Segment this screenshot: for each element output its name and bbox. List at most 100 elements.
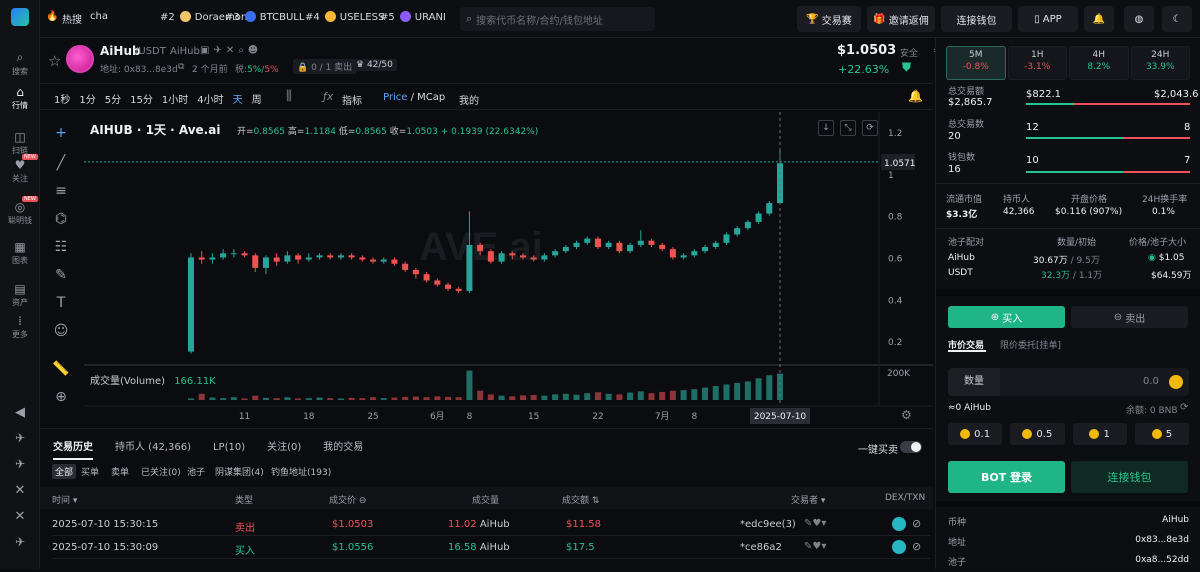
- tab-2[interactable]: LP(10): [213, 442, 245, 453]
- filter-1[interactable]: 买单: [78, 464, 102, 479]
- telegram-icon-3[interactable]: ✈: [0, 535, 40, 561]
- brush-tool-icon[interactable]: ✎: [50, 264, 72, 286]
- dex-icon[interactable]: [892, 517, 906, 531]
- filter-3[interactable]: 已关注(0): [138, 464, 184, 479]
- telegram-icon[interactable]: ✈: [0, 431, 40, 457]
- interval-0[interactable]: 1秒: [54, 95, 70, 106]
- refresh-balance-icon[interactable]: ⟳: [1180, 402, 1188, 413]
- alert-bell-icon[interactable]: 🔔: [908, 89, 923, 103]
- table-row[interactable]: 2025-07-10 15:30:15 卖出 $1.0503 11.02 AiHub $…: [52, 514, 930, 536]
- quick-amount-button[interactable]: 5: [1134, 423, 1189, 445]
- txn-link-icon[interactable]: ⊘: [912, 517, 921, 530]
- amount-input[interactable]: 数量 0.0: [948, 368, 1189, 396]
- interval-2[interactable]: 5分: [105, 95, 121, 106]
- col-price[interactable]: 成交价 ⊖: [329, 493, 366, 506]
- mine-button[interactable]: 我的: [459, 92, 479, 107]
- trend-item-1[interactable]: cha: [90, 11, 108, 22]
- globe-icon[interactable]: ◍: [1124, 6, 1154, 32]
- sidebar-item-4[interactable]: ◎ 聪明钱 NEW: [0, 196, 40, 226]
- token-address[interactable]: 地址: 0x83...8e3d: [100, 62, 178, 75]
- filter-4[interactable]: 池子: [184, 464, 208, 479]
- back-icon[interactable]: ◀: [0, 405, 40, 431]
- buy-tab[interactable]: ⊛ 买入: [948, 306, 1065, 328]
- trend-item[interactable]: #5 URANI: [380, 11, 446, 23]
- limit-order-tab[interactable]: 限价委托[挂单]: [1000, 338, 1061, 351]
- fx-icon[interactable]: ƒx: [323, 90, 333, 103]
- safety-label[interactable]: 安全: [900, 46, 918, 59]
- emoji-tool-icon[interactable]: ☺: [50, 320, 72, 342]
- quick-buy-toggle[interactable]: [900, 441, 922, 453]
- trader-action-icons[interactable]: ✎♥▾: [804, 518, 826, 529]
- tab-3[interactable]: 关注(0): [267, 442, 301, 453]
- interval-7[interactable]: 周: [252, 95, 262, 106]
- crosshair-tool-icon[interactable]: +: [50, 122, 72, 144]
- table-row[interactable]: 2025-07-10 15:30:09 买入 $1.0556 16.58 AiHub $…: [52, 537, 930, 559]
- cell-trader[interactable]: *edc9ee(3): [740, 519, 796, 530]
- trader-action-icons[interactable]: ✎♥▾: [804, 541, 826, 552]
- telegram-icon-2[interactable]: ✈: [0, 457, 40, 483]
- interval-4[interactable]: 1小时: [162, 95, 188, 106]
- filter-5[interactable]: 阴谋集团(4): [212, 464, 267, 479]
- invite-button[interactable]: 🎁 邀请返佣: [867, 6, 935, 32]
- quick-amount-button[interactable]: 0.1: [948, 423, 1003, 445]
- interval-6[interactable]: 天: [233, 95, 243, 106]
- txn-link-icon[interactable]: ⊘: [912, 540, 921, 553]
- timeframe-1H[interactable]: 1H -3.1%: [1007, 46, 1067, 80]
- trend-item[interactable]: #4 USELESS: [305, 11, 384, 23]
- sidebar-item-0[interactable]: ⌕ 搜索: [0, 50, 40, 77]
- star-icon[interactable]: ☆: [48, 52, 61, 70]
- zoom-tool-icon[interactable]: ⊕: [50, 386, 72, 408]
- sidebar-item-2[interactable]: ◫ 扫链: [0, 130, 40, 156]
- quick-amount-button[interactable]: 1: [1072, 423, 1127, 445]
- app-button[interactable]: ▯ APP: [1018, 6, 1078, 32]
- interval-1[interactable]: 1分: [79, 95, 95, 106]
- copy-icon[interactable]: ⧉: [178, 62, 184, 72]
- logo-icon[interactable]: [11, 8, 29, 26]
- token-link-icons[interactable]: ▣✈✕⌕☻: [200, 45, 262, 56]
- connect-wallet-trade-button[interactable]: 连接钱包: [1071, 461, 1188, 493]
- trendline-tool-icon[interactable]: ╱: [50, 152, 72, 174]
- candle-style-icon[interactable]: ⫼: [286, 89, 292, 104]
- indicator-button[interactable]: 指标: [342, 92, 362, 107]
- x-icon[interactable]: ✕: [0, 483, 40, 509]
- chart-settings-icon[interactable]: ⚙: [901, 408, 912, 422]
- timeframe-4H[interactable]: 4H 8.2%: [1069, 46, 1129, 80]
- cell-trader[interactable]: *ce86a2: [740, 542, 782, 553]
- x-icon-2[interactable]: ✕: [0, 509, 40, 535]
- sidebar-item-3[interactable]: ♥ 关注 NEW: [0, 154, 40, 184]
- contest-button[interactable]: 🏆 交易赛: [797, 6, 861, 32]
- sidebar-item-1[interactable]: ⌂ 行情: [0, 85, 40, 111]
- sell-tab[interactable]: ⊖ 卖出: [1071, 306, 1188, 328]
- hline-tool-icon[interactable]: ≡: [50, 180, 72, 202]
- bot-login-button[interactable]: BOT 登录: [948, 461, 1065, 493]
- quick-amount-button[interactable]: 0.5: [1010, 423, 1065, 445]
- moon-icon[interactable]: ☾: [1162, 6, 1192, 32]
- col-time[interactable]: 时间 ▾: [52, 493, 77, 506]
- tab-4[interactable]: 我的交易: [323, 442, 363, 453]
- fib-tool-icon[interactable]: ☷: [50, 236, 72, 258]
- text-tool-icon[interactable]: T: [50, 292, 72, 314]
- pattern-tool-icon[interactable]: ⌬: [50, 208, 72, 230]
- price-mcap-toggle[interactable]: Price / MCap: [383, 92, 445, 103]
- interval-5[interactable]: 4小时: [197, 95, 223, 106]
- timeframe-5M[interactable]: 5M -0.8%: [946, 46, 1006, 80]
- search-input[interactable]: ⌕ 搜索代币名称/合约/钱包地址: [460, 7, 655, 31]
- connect-wallet-button[interactable]: 连接钱包: [941, 6, 1012, 32]
- trend-item[interactable]: #3 BTCBULL: [225, 11, 304, 23]
- timeframe-24H[interactable]: 24H 33.9%: [1130, 46, 1190, 80]
- col-trader[interactable]: 交易者 ▾: [791, 493, 825, 506]
- ruler-tool-icon[interactable]: 📏: [50, 358, 72, 380]
- chart-area[interactable]: AIHUB · 1天 · Ave.ai 开=0.8565 高=1.1184 低=…: [84, 112, 933, 426]
- tab-1[interactable]: 持币人 (42,366): [115, 442, 191, 453]
- bell-icon[interactable]: 🔔: [1084, 6, 1114, 32]
- tab-0[interactable]: 交易历史: [53, 442, 93, 460]
- sidebar-item-5[interactable]: ▦ 图表: [0, 240, 40, 266]
- filter-2[interactable]: 卖单: [108, 464, 132, 479]
- sidebar-item-6[interactable]: ▤ 资产: [0, 282, 40, 308]
- filter-6[interactable]: 钓鱼地址(193): [268, 464, 334, 479]
- dex-icon[interactable]: [892, 540, 906, 554]
- interval-3[interactable]: 15分: [130, 95, 153, 106]
- filter-0[interactable]: 全部: [52, 464, 77, 479]
- col-amount[interactable]: 成交额 ⇅: [562, 493, 599, 506]
- sidebar-item-7[interactable]: ⁞ 更多: [0, 314, 40, 340]
